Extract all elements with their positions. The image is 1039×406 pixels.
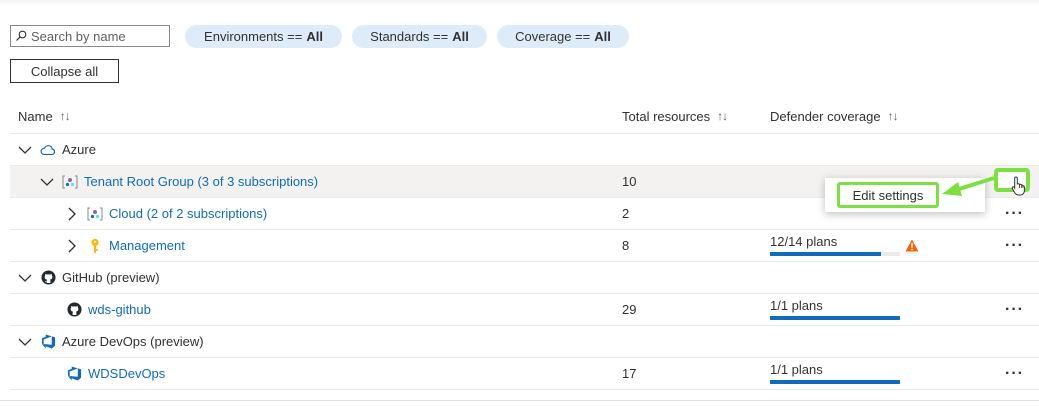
github-icon (66, 302, 82, 318)
filter-environments[interactable]: Environments == All (185, 25, 342, 48)
chevron-right-icon[interactable] (65, 207, 79, 221)
more-actions-icon[interactable]: ··· (1005, 198, 1024, 229)
column-header-name[interactable]: Name ↑↓ (18, 103, 71, 129)
collapse-all-button[interactable]: Collapse all (10, 59, 119, 83)
coverage-cell[interactable]: 12/14 plans (770, 234, 900, 256)
total-resources: 2 (622, 206, 630, 221)
filter-coverage[interactable]: Coverage == All (497, 25, 629, 48)
chevron-right-icon[interactable] (65, 239, 79, 253)
column-header-coverage[interactable]: Defender coverage ↑↓ (770, 103, 899, 129)
row-label: GitHub (preview) (62, 270, 160, 285)
table-row[interactable]: GitHub (preview) (10, 262, 1039, 294)
warning-icon (905, 230, 919, 261)
row-label: Azure (62, 142, 96, 157)
coverage-bar-fill (770, 316, 900, 320)
coverage-plans: 1/1 plans (770, 362, 823, 377)
sort-icon: ↑↓ (59, 109, 71, 123)
filter-environments-value: All (306, 29, 323, 44)
search-placeholder: Search by name (31, 28, 126, 44)
filter-environments-label: Environments == (204, 29, 303, 44)
row-link[interactable]: Cloud (2 of 2 subscriptions) (109, 206, 267, 221)
table-row[interactable]: Azure DevOps (preview) (10, 326, 1039, 358)
table-bottom-border (0, 400, 1039, 401)
row-link[interactable]: wds-github (88, 302, 151, 317)
management-group-icon (87, 206, 103, 222)
azure-devops-icon (40, 334, 56, 350)
cloud-icon (40, 142, 56, 158)
sort-icon: ↑↓ (887, 109, 899, 123)
table-row[interactable]: wds-github 29 1/1 plans ··· (10, 294, 1039, 326)
key-icon (87, 238, 103, 254)
top-shadow (0, 0, 1039, 6)
coverage-plans: 12/14 plans (770, 234, 838, 249)
coverage-bar-fill (770, 380, 900, 384)
row-label: Azure DevOps (preview) (62, 334, 204, 349)
table-row[interactable]: Management 8 12/14 plans ··· (10, 230, 1039, 262)
row-link[interactable]: Tenant Root Group (3 of 3 subscriptions) (84, 174, 318, 189)
chevron-down-icon[interactable] (18, 335, 32, 349)
coverage-cell[interactable]: 1/1 plans (770, 298, 900, 320)
coverage-bar (770, 316, 900, 320)
coverage-bar-fill (770, 252, 882, 256)
coverage-bar (770, 252, 900, 256)
column-name-label: Name (18, 108, 53, 124)
more-actions-icon[interactable]: ··· (1005, 230, 1024, 261)
chevron-down-icon[interactable] (40, 175, 54, 189)
filter-coverage-value: All (594, 29, 611, 44)
filter-standards-value: All (452, 29, 469, 44)
filter-coverage-label: Coverage == (515, 29, 591, 44)
column-coverage-label: Defender coverage (770, 108, 881, 124)
column-header-total[interactable]: Total resources ↑↓ (622, 103, 728, 129)
hand-cursor-icon (1011, 176, 1027, 199)
row-link[interactable]: WDSDevOps (88, 366, 165, 381)
edit-settings-menu-item[interactable]: Edit settings (837, 182, 939, 208)
column-total-label: Total resources (622, 108, 711, 124)
azure-devops-icon (66, 366, 82, 382)
total-resources: 8 (622, 238, 630, 253)
total-resources: 17 (622, 366, 637, 381)
coverage-cell[interactable]: 1/1 plans (770, 362, 900, 384)
coverage-bar (770, 380, 900, 384)
chevron-down-icon[interactable] (18, 271, 32, 285)
annotation-arrow-icon (940, 172, 996, 203)
filter-standards-label: Standards == (370, 29, 449, 44)
filter-standards[interactable]: Standards == All (352, 25, 487, 48)
search-input[interactable]: Search by name (10, 25, 170, 47)
total-resources: 29 (622, 302, 637, 317)
more-actions-icon[interactable]: ··· (1005, 358, 1024, 389)
github-icon (40, 270, 56, 286)
more-actions-icon[interactable]: ··· (1005, 294, 1024, 325)
coverage-plans: 1/1 plans (770, 298, 823, 313)
table-row[interactable]: Azure (10, 134, 1039, 166)
row-link[interactable]: Management (109, 238, 185, 253)
chevron-down-icon[interactable] (18, 143, 32, 157)
search-icon (11, 30, 31, 42)
table-row[interactable]: WDSDevOps 17 1/1 plans ··· (10, 358, 1039, 390)
total-resources: 10 (622, 174, 637, 189)
management-group-icon (62, 174, 78, 190)
sort-icon: ↑↓ (717, 109, 728, 123)
